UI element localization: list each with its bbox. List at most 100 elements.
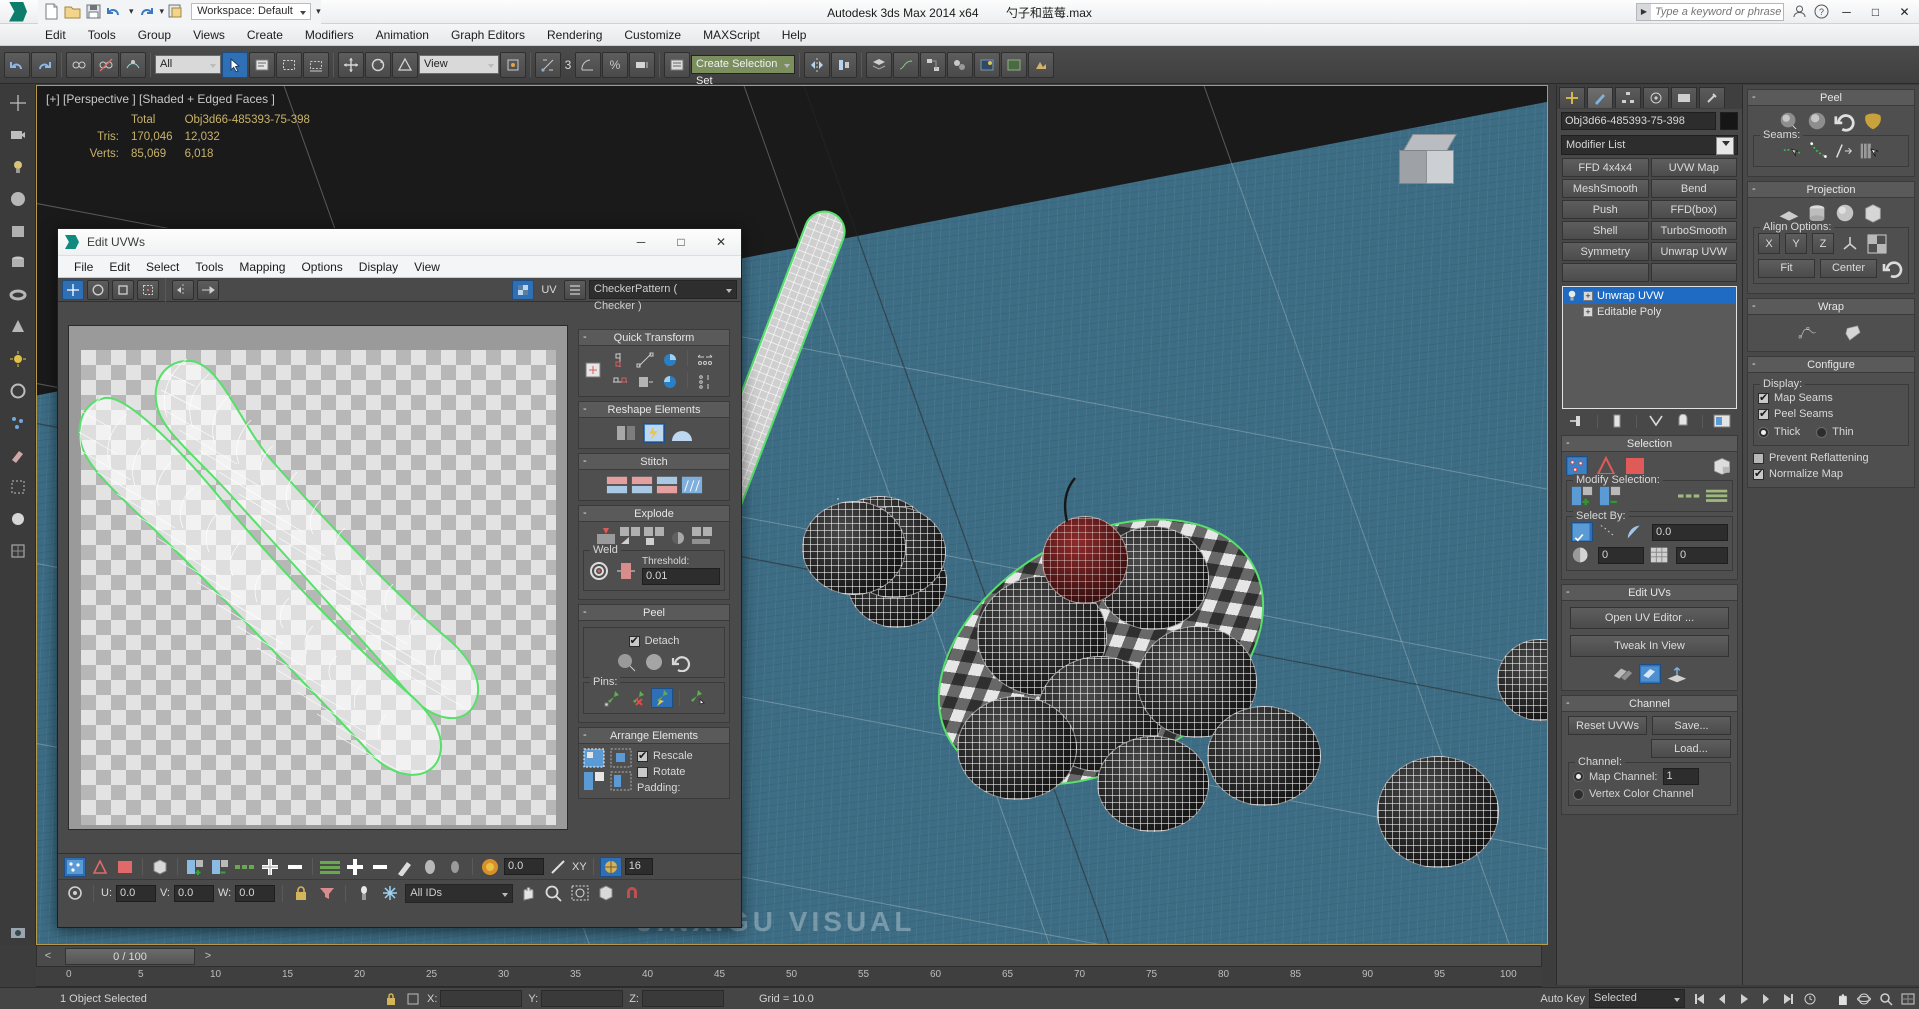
explode-material-icon[interactable]: [643, 526, 665, 546]
explode-smoothing-icon[interactable]: [667, 526, 689, 546]
berry-object-right-2[interactable]: [1377, 756, 1499, 868]
render-frame-icon[interactable]: [1001, 51, 1027, 78]
uv-expand-cross-icon[interactable]: [259, 857, 281, 877]
select-and-scale-icon[interactable]: [392, 51, 418, 78]
select-link-icon[interactable]: [66, 51, 92, 78]
modifier-stack[interactable]: + Unwrap UVW + Editable Poly: [1562, 286, 1737, 409]
rollout-quick-transform-header[interactable]: - Quick Transform: [579, 330, 729, 346]
rail-snapshot-icon[interactable]: [6, 921, 30, 945]
smoothing-group-field[interactable]: 0: [1676, 546, 1728, 564]
angle-snap-icon[interactable]: [575, 51, 601, 78]
uv-snap-icon[interactable]: [379, 883, 401, 903]
uv-ring-contract-icon[interactable]: [369, 857, 391, 877]
uv-brush-size-icon[interactable]: [419, 857, 441, 877]
w-field[interactable]: 0.0: [235, 884, 276, 902]
tab-display[interactable]: [1671, 87, 1697, 108]
rollout-stitch-header[interactable]: - Stitch: [579, 454, 729, 470]
rollout-collapse-icon[interactable]: -: [583, 403, 587, 415]
expand-icon[interactable]: +: [1583, 291, 1593, 301]
schematic-view-icon[interactable]: [920, 51, 946, 78]
uvw-uv-mode-label[interactable]: UV: [537, 284, 561, 296]
rollout-collapse-icon[interactable]: -: [1566, 586, 1570, 598]
bind-to-space-warp-icon[interactable]: [120, 51, 146, 78]
select-object-icon[interactable]: [222, 51, 248, 78]
uv-lock-selection-icon[interactable]: [290, 883, 312, 903]
time-next-frame-button[interactable]: >: [197, 950, 219, 962]
modbtn-shell[interactable]: Shell: [1562, 221, 1649, 240]
loop-uv-icon[interactable]: [1678, 486, 1700, 506]
vertex-color-channel-radio[interactable]: [1573, 788, 1584, 800]
stack-item-unwrap-uvw[interactable]: + Unwrap UVW: [1564, 288, 1735, 304]
uv-element-mode-icon[interactable]: [149, 857, 171, 877]
pin-icon[interactable]: [601, 688, 623, 708]
menu-item-help[interactable]: Help: [771, 25, 818, 45]
rollout-collapse-icon[interactable]: -: [1752, 183, 1756, 195]
re-split-icon[interactable]: [615, 423, 637, 443]
menu-item-animation[interactable]: Animation: [365, 25, 440, 45]
configure-sets-icon[interactable]: [1711, 411, 1733, 431]
modbtn-meshsmooth[interactable]: MeshSmooth: [1562, 179, 1649, 198]
align-z-button[interactable]: Z: [1812, 233, 1834, 254]
rollout-channel-header[interactable]: - Channel: [1562, 696, 1737, 712]
weld-target-icon[interactable]: [615, 561, 637, 581]
modbtn-empty-2[interactable]: [1650, 263, 1737, 282]
mirror-icon[interactable]: [804, 51, 830, 78]
play-icon[interactable]: [1733, 989, 1755, 1009]
zoom-view-icon[interactable]: [1875, 989, 1897, 1009]
explode-angle-icon[interactable]: [619, 526, 641, 546]
rollout-projection-header[interactable]: - Projection: [1748, 182, 1914, 198]
map-seams-checkbox[interactable]: [1758, 391, 1769, 404]
rail-move-icon[interactable]: [6, 91, 30, 115]
workspace-selector[interactable]: Workspace: Default: [191, 3, 312, 20]
rollout-arrange-elements-header[interactable]: - Arrange Elements: [579, 728, 729, 744]
search-box[interactable]: ▶: [1636, 2, 1784, 21]
wrap-spline-icon[interactable]: [1798, 323, 1820, 343]
wrap-surface-icon[interactable]: [1842, 323, 1864, 343]
named-selection-set-combo[interactable]: Create Selection Set: [691, 55, 795, 87]
uvw-flip-icon[interactable]: [197, 279, 219, 300]
peel-start-icon[interactable]: [643, 652, 665, 672]
open-file-icon[interactable]: [63, 2, 82, 21]
next-frame-icon[interactable]: [1755, 989, 1777, 1009]
qt-straighten-icon[interactable]: [634, 350, 656, 370]
uv-vertex-mode-icon[interactable]: [64, 856, 86, 877]
menu-item-tools[interactable]: Tools: [77, 25, 127, 45]
peel-pelt-map-icon[interactable]: [1862, 111, 1884, 131]
uv-zoom-extents-icon[interactable]: [595, 883, 617, 903]
snap-toggle-icon[interactable]: [535, 51, 561, 78]
edit-uvws-minimize-button[interactable]: ─: [621, 229, 661, 256]
berry-object[interactable]: [1097, 736, 1209, 832]
modbtn-ffd-box[interactable]: FFD(box): [1650, 200, 1737, 219]
open-uv-editor-button[interactable]: Open UV Editor ...: [1570, 607, 1729, 629]
uv-material-ids-combo[interactable]: All IDs: [405, 883, 514, 903]
weld-selected-icon[interactable]: [588, 561, 610, 581]
map-channel-field[interactable]: 1: [1662, 768, 1699, 785]
pack-recursive-icon[interactable]: [610, 748, 632, 768]
rollout-collapse-icon[interactable]: -: [1752, 91, 1756, 103]
modbtn-unwrap-uvw[interactable]: Unwrap UVW: [1650, 242, 1737, 261]
expand-seam-selection-icon[interactable]: [1858, 141, 1880, 161]
rollout-collapse-icon[interactable]: -: [583, 331, 587, 343]
render-production-icon[interactable]: [1028, 51, 1054, 78]
rail-camera-icon[interactable]: [6, 123, 30, 147]
expand-icon[interactable]: +: [1583, 307, 1593, 317]
prevent-reflattening-checkbox[interactable]: [1753, 452, 1764, 464]
object-color-swatch[interactable]: [1720, 112, 1738, 130]
menu-item-customize[interactable]: Customize: [613, 25, 692, 45]
edit-uvws-close-button[interactable]: ✕: [701, 229, 741, 256]
new-file-icon[interactable]: [42, 2, 61, 21]
qt-relax-icon[interactable]: [634, 372, 656, 392]
uvw-texture-combo[interactable]: CheckerPattern ( Checker ): [589, 280, 737, 312]
modbtn-turbosmooth[interactable]: TurboSmooth: [1650, 221, 1737, 240]
uv-paint-select-icon[interactable]: [394, 857, 416, 877]
berry-object-far-left[interactable]: [802, 501, 906, 595]
tweak-in-view-button[interactable]: Tweak In View: [1570, 635, 1729, 657]
load-channel-button[interactable]: Load...: [1651, 739, 1731, 758]
status-transform-icon[interactable]: [402, 989, 424, 1009]
menu-item-group[interactable]: Group: [127, 25, 182, 45]
show-end-result-icon[interactable]: [1606, 411, 1628, 431]
sel-edge-icon[interactable]: [1595, 456, 1617, 476]
undo-dropdown-icon[interactable]: ▾: [129, 6, 134, 17]
uv-project-icon[interactable]: [1666, 664, 1688, 684]
qt-rotate-90-ccw-icon[interactable]: [659, 372, 681, 392]
